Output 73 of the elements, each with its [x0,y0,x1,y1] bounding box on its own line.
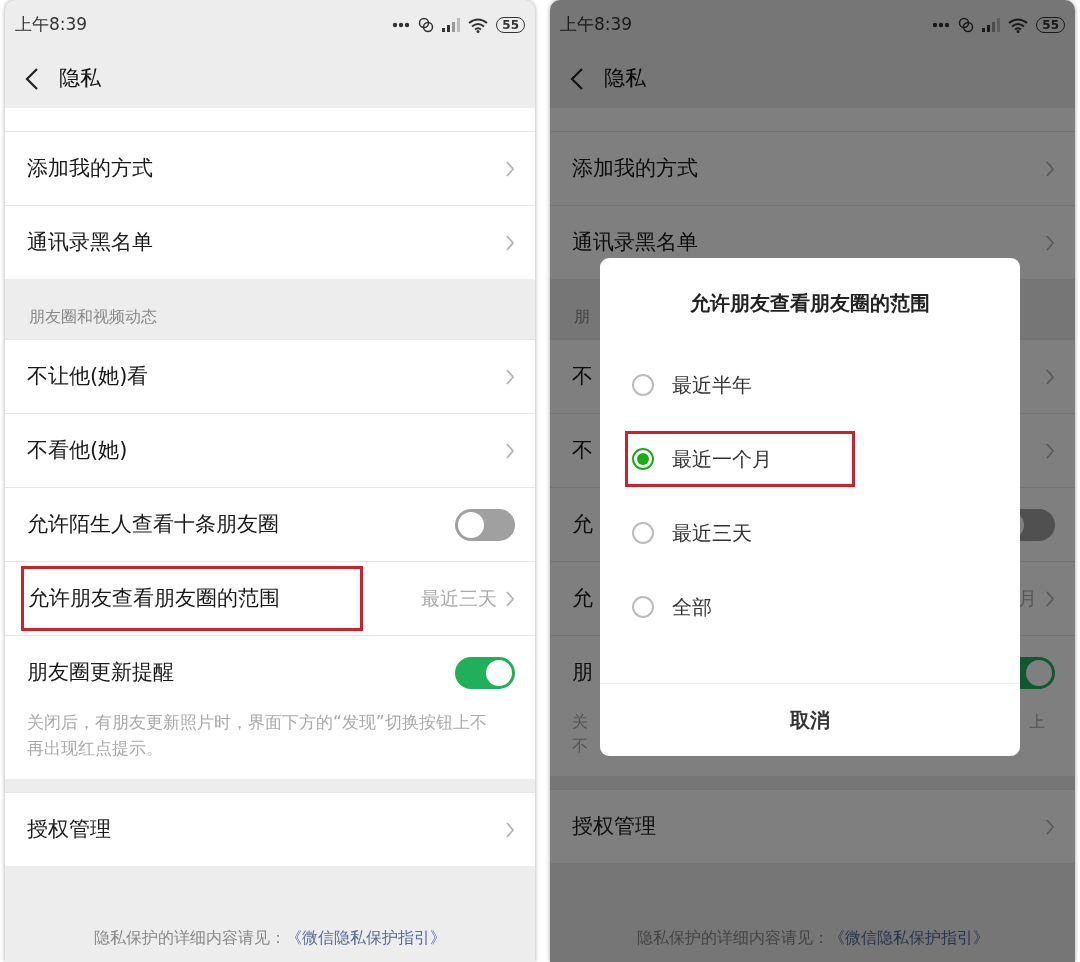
radio-button[interactable] [632,596,654,618]
settings-row[interactable]: 添加我的方式 [5,131,535,205]
settings-row[interactable]: 不让他(她)看 [5,339,535,413]
wifi-icon [1008,17,1029,33]
radio-button[interactable] [632,448,654,470]
chevron-icon [505,441,515,460]
radio-option[interactable]: 最近半年 [625,357,835,413]
chevron-icon [1045,441,1055,460]
settings-row[interactable]: 通讯录黑名单 [5,205,535,279]
page-title: 隐私 [604,65,646,93]
settings-row[interactable]: 允许陌生人查看十条朋友圈 [5,487,535,561]
row-label: 通讯录黑名单 [572,228,698,256]
radio-option[interactable]: 最近三天 [625,505,835,561]
signal-icon [442,18,461,32]
row-label: 允 [572,510,593,538]
option-label: 最近三天 [672,520,752,547]
rings-icon [418,17,435,33]
row-label: 不 [572,436,593,464]
chevron-icon [505,820,515,839]
chevron-icon [1045,367,1055,386]
dialog-title: 允许朋友查看朋友圈的范围 [689,290,931,317]
chevron-icon [505,159,515,178]
toggle-switch[interactable] [455,657,515,689]
chevron-icon [1045,817,1055,836]
section-header: 朋友圈和视频动态 [29,307,157,326]
radio-option[interactable]: 最近一个月 [625,431,855,487]
row-label: 授权管理 [572,812,656,840]
footer-note: 隐私保护的详细内容请见： [94,928,286,947]
settings-row[interactable]: 授权管理 [550,789,1075,863]
option-label: 全部 [672,594,712,621]
chevron-icon [1045,589,1055,608]
row-label: 允许朋友查看朋友圈的范围 [28,585,280,610]
chevron-icon [1045,159,1055,178]
settings-row[interactable]: 授权管理 [5,792,535,866]
setting-description: 关闭后，有朋友更新照片时，界面下方的“发现”切换按钮上不再出现红点提示。 [26,711,488,760]
radio-button[interactable] [632,522,654,544]
option-label: 最近半年 [672,372,752,399]
row-label: 添加我的方式 [572,154,698,182]
row-label: 不 [572,362,593,390]
page-title: 隐私 [59,65,101,93]
row-label: 朋 [572,659,593,687]
row-label: 不让他(她)看 [27,362,149,390]
row-label: 添加我的方式 [27,154,153,182]
option-label: 最近一个月 [672,446,772,473]
row-label: 授权管理 [27,815,111,843]
row-label: 允 [572,584,593,612]
chevron-icon [1045,233,1055,252]
rings-icon [958,17,975,33]
more-dots-icon [392,22,411,28]
radio-button[interactable] [632,374,654,396]
privacy-guide-link[interactable]: 《微信隐私保护指引》 [286,928,446,947]
row-label: 不看他(她) [27,436,128,464]
settings-row[interactable]: 朋友圈更新提醒 [5,636,535,710]
cancel-button[interactable]: 取消 [600,684,1020,756]
more-dots-icon [932,22,951,28]
radio-option[interactable]: 全部 [625,579,795,635]
row-label: 朋友圈更新提醒 [27,659,174,687]
row-value: 最近三天 [421,586,497,612]
status-time: 上午8:39 [560,13,633,37]
settings-row[interactable]: 允许朋友查看朋友圈的范围 最近三天 [5,561,535,635]
back-icon [25,67,39,91]
chevron-icon [505,589,515,608]
wifi-icon [468,17,489,33]
signal-icon [982,18,1001,32]
chevron-icon [505,233,515,252]
settings-row[interactable]: 添加我的方式 [550,131,1075,205]
status-time: 上午8:39 [15,13,88,37]
toggle-switch[interactable] [455,508,515,541]
settings-row[interactable]: 不看他(她) [5,413,535,487]
chevron-icon [505,367,515,386]
row-label: 通讯录黑名单 [27,228,153,256]
back-icon [570,67,584,91]
row-label: 允许陌生人查看十条朋友圈 [27,510,279,538]
